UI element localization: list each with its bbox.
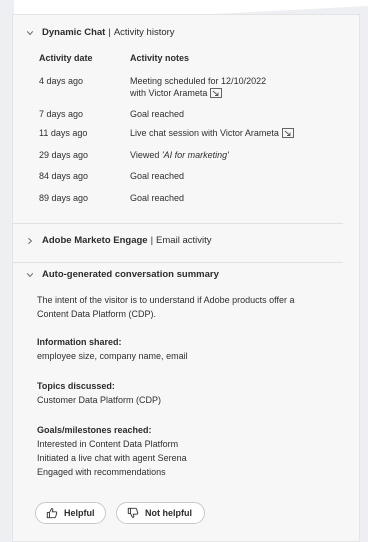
information-shared-title: Information shared:	[37, 337, 122, 347]
goal-item: Initiated a live chat with agent Serena	[37, 453, 187, 463]
table-row: 29 days ago Viewed 'AI for marketing'	[39, 149, 330, 161]
title-separator: |	[108, 27, 111, 38]
marketo-title: Adobe Marketo Engage	[42, 235, 148, 246]
column-header-date: Activity date	[39, 53, 93, 63]
summary-intro: The intent of the visitor is to understa…	[37, 293, 347, 321]
row-note-title: 'AI for marketing'	[161, 150, 229, 160]
summary-intro-line1: The intent of the visitor is to understa…	[37, 295, 295, 305]
row-date: 29 days ago	[39, 150, 89, 160]
row-note-text: Viewed	[130, 150, 160, 160]
section-divider	[13, 262, 343, 263]
dynamic-chat-title: Dynamic Chat	[42, 27, 106, 38]
summary-header[interactable]: Auto-generated conversation summary	[25, 268, 219, 282]
title-separator: |	[150, 235, 154, 246]
row-note: Viewed 'AI for marketing'	[130, 149, 330, 161]
summary-intro-line2: Content Data Platform (CDP).	[37, 309, 157, 319]
thumbs-down-icon	[127, 507, 139, 518]
section-divider	[13, 223, 343, 224]
goals-reached: Goals/milestones reached: Interested in …	[37, 423, 187, 479]
table-row: 89 days ago Goal reached	[39, 192, 330, 204]
row-date: 11 days ago	[39, 128, 88, 138]
row-note: Goal reached	[130, 109, 185, 119]
row-note-line1: Meeting scheduled for 12/10/2022	[130, 76, 267, 86]
row-note-text: Live chat session with Victor Arameta	[130, 128, 279, 138]
row-note: Live chat session with Victor Arameta	[130, 127, 330, 139]
table-row: 4 days ago Meeting scheduled for 12/10/2…	[39, 75, 330, 99]
not-helpful-label: Not helpful	[145, 508, 192, 518]
goal-item: Interested in Content Data Platform	[37, 439, 179, 449]
information-shared: Information shared: employee size, compa…	[37, 335, 188, 363]
row-date: 7 days ago	[39, 109, 84, 119]
row-date: 84 days ago	[39, 171, 89, 181]
chevron-down-icon	[25, 270, 35, 280]
row-date: 89 days ago	[39, 193, 89, 203]
goals-reached-title: Goals/milestones reached:	[37, 425, 152, 435]
topics-discussed: Topics discussed: Customer Data Platform…	[37, 379, 161, 407]
marketo-header[interactable]: Adobe Marketo Engage | Email activity	[25, 234, 211, 248]
helpful-button[interactable]: Helpful	[35, 502, 106, 524]
row-note-line2: with Victor Arameta	[130, 88, 208, 98]
row-note: Meeting scheduled for 12/10/2022 with Vi…	[130, 75, 330, 99]
external-link-icon[interactable]	[210, 88, 223, 98]
dynamic-chat-header[interactable]: Dynamic Chat | Activity history	[25, 26, 175, 40]
column-header-notes: Activity notes	[130, 53, 190, 63]
not-helpful-button[interactable]: Not helpful	[116, 502, 205, 524]
marketo-subtitle: Email activity	[156, 235, 212, 246]
table-row: 84 days ago Goal reached	[39, 170, 330, 182]
activity-table-header: Activity date Activity notes	[39, 53, 330, 63]
table-row: 11 days ago Live chat session with Victo…	[39, 127, 330, 139]
topics-discussed-text: Customer Data Platform (CDP)	[37, 395, 162, 405]
table-row: 7 days ago Goal reached	[39, 108, 330, 120]
thumbs-up-icon	[46, 508, 58, 519]
summary-title: Auto-generated conversation summary	[42, 269, 219, 280]
chevron-down-icon	[25, 28, 35, 38]
information-shared-text: employee size, company name, email	[37, 351, 188, 361]
helpful-label: Helpful	[64, 508, 95, 518]
external-link-icon[interactable]	[281, 128, 294, 138]
row-note: Goal reached	[130, 171, 185, 181]
topics-discussed-title: Topics discussed:	[37, 381, 115, 391]
row-date: 4 days ago	[39, 76, 84, 86]
goal-item: Engaged with recommendations	[37, 467, 166, 477]
activity-panel: Dynamic Chat | Activity history Activity…	[12, 14, 360, 542]
row-note: Goal reached	[130, 193, 185, 203]
chevron-right-icon	[25, 236, 35, 246]
dynamic-chat-subtitle: Activity history	[113, 27, 175, 38]
